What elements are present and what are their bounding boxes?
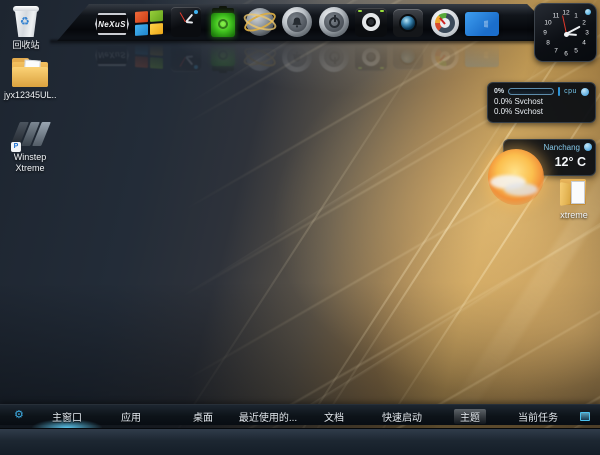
cpu-percent: 0% [494, 88, 504, 95]
cpu-progress-bar [508, 88, 554, 95]
windows-taskbar: ‹ 15:10 [0, 428, 600, 455]
tab-apps[interactable]: 应用 [115, 409, 147, 424]
icon-label: jyx12345UL.. [4, 90, 56, 101]
clock-numeral: 9 [543, 30, 547, 37]
cpu-divider [558, 87, 560, 96]
gauge-dock-item[interactable] [428, 5, 462, 41]
icon-label: xtreme [548, 210, 600, 221]
globe-rings-icon [244, 6, 276, 38]
clock-icon [171, 7, 201, 37]
clock-numeral: 5 [574, 48, 578, 55]
clock-numeral: 12 [562, 10, 569, 17]
tab-current-tasks[interactable]: 当前任务 [512, 409, 564, 424]
recycle-bin-icon: ♻ [11, 4, 41, 38]
clock-numeral: 7 [554, 48, 558, 55]
tab-quick-launch[interactable]: 快速启动 [376, 409, 428, 424]
nexus-label: NeXuS [98, 20, 126, 29]
weather-widget-knob-icon[interactable] [584, 143, 592, 151]
cpu-process-line: 0.0% Svchost [494, 107, 589, 117]
gauge-icon [431, 9, 459, 37]
winstep-badge-icon: P [11, 142, 21, 152]
camera-lens-icon [393, 9, 423, 37]
bell-dock-item[interactable] [280, 5, 314, 41]
dock-tab-bar: ⚙ 主窗口 应用 桌面 最近使用的... 文档 快速启动 主题 当前任务 [0, 404, 600, 425]
power-button-icon [319, 7, 349, 37]
clock-numeral: 11 [553, 13, 560, 20]
winstep-logo-icon: P [11, 120, 49, 150]
clock-numeral: 10 [544, 20, 551, 27]
dock-icons: NeXuS [95, 5, 499, 41]
weather-widget[interactable]: Nanchang 12° C [503, 139, 596, 176]
cpu-widget-knob-icon[interactable] [581, 88, 589, 96]
speaker-icon [355, 8, 387, 37]
windows-logo-icon [135, 10, 163, 37]
desktop-icon-recycle-bin[interactable]: ♻ 回收站 [0, 4, 52, 51]
icon-label: 回收站 [0, 40, 52, 51]
clock-center-cap [564, 32, 569, 37]
tab-main-window[interactable]: 主窗口 [46, 409, 88, 424]
desktop-icon-winstep[interactable]: P WinstepXtreme [4, 120, 56, 174]
clock-dock-item[interactable] [169, 5, 203, 41]
cpu-meter-widget[interactable]: 0% cpu 0.0% Svchost 0.0% Svchost [487, 82, 596, 123]
clock-numeral: 6 [564, 51, 568, 58]
windows-dock-item[interactable] [132, 5, 166, 41]
power-dock-item[interactable] [317, 5, 351, 41]
nexus-badge-icon: NeXuS [95, 13, 129, 35]
desktop-preview-icon [465, 12, 499, 36]
tab-recent[interactable]: 最近使用的... [233, 409, 303, 424]
tab-themes[interactable]: 主题 [454, 409, 486, 424]
recycler-bin-icon [211, 8, 235, 37]
speaker-dock-item[interactable] [354, 5, 388, 41]
bell-button-icon [282, 7, 312, 37]
open-folder-icon [558, 178, 590, 208]
display-dock-item[interactable] [465, 5, 499, 41]
cpu-process-line: 0.0% Svchost [494, 97, 589, 107]
clock-numeral: 2 [582, 20, 586, 27]
clock-face: 12 1 2 3 4 5 6 7 8 9 10 11 [537, 5, 595, 61]
tab-documents[interactable]: 文档 [318, 409, 350, 424]
window-icon[interactable] [580, 412, 590, 421]
clock-numeral: 1 [574, 13, 578, 20]
clock-numeral: 4 [582, 40, 586, 47]
weather-city: Nanchang [544, 143, 580, 152]
desktop-icon-folder[interactable]: jyx12345UL.. [4, 58, 56, 101]
nexus-dock-item[interactable]: NeXuS [95, 5, 129, 41]
tab-desktop[interactable]: 桌面 [187, 409, 219, 424]
icon-label: WinstepXtreme [4, 152, 56, 174]
camera-dock-item[interactable] [391, 5, 425, 41]
clock-numeral: 3 [585, 30, 589, 37]
globe-dock-item[interactable] [243, 5, 277, 41]
desktop: NeXuS [0, 0, 600, 455]
analog-clock-widget[interactable]: 12 1 2 3 4 5 6 7 8 9 10 11 [534, 3, 597, 62]
clock-numeral: 8 [546, 40, 550, 47]
gear-icon[interactable]: ⚙ [14, 409, 24, 421]
desktop-icon-xtreme[interactable]: xtreme [548, 178, 600, 221]
folder-icon [11, 58, 49, 88]
weather-temperature: 12° C [555, 155, 586, 169]
recycle-emblem-icon: ♻ [20, 17, 30, 28]
cpu-label: cpu [564, 88, 577, 95]
recycler-dock-item[interactable] [206, 5, 240, 41]
